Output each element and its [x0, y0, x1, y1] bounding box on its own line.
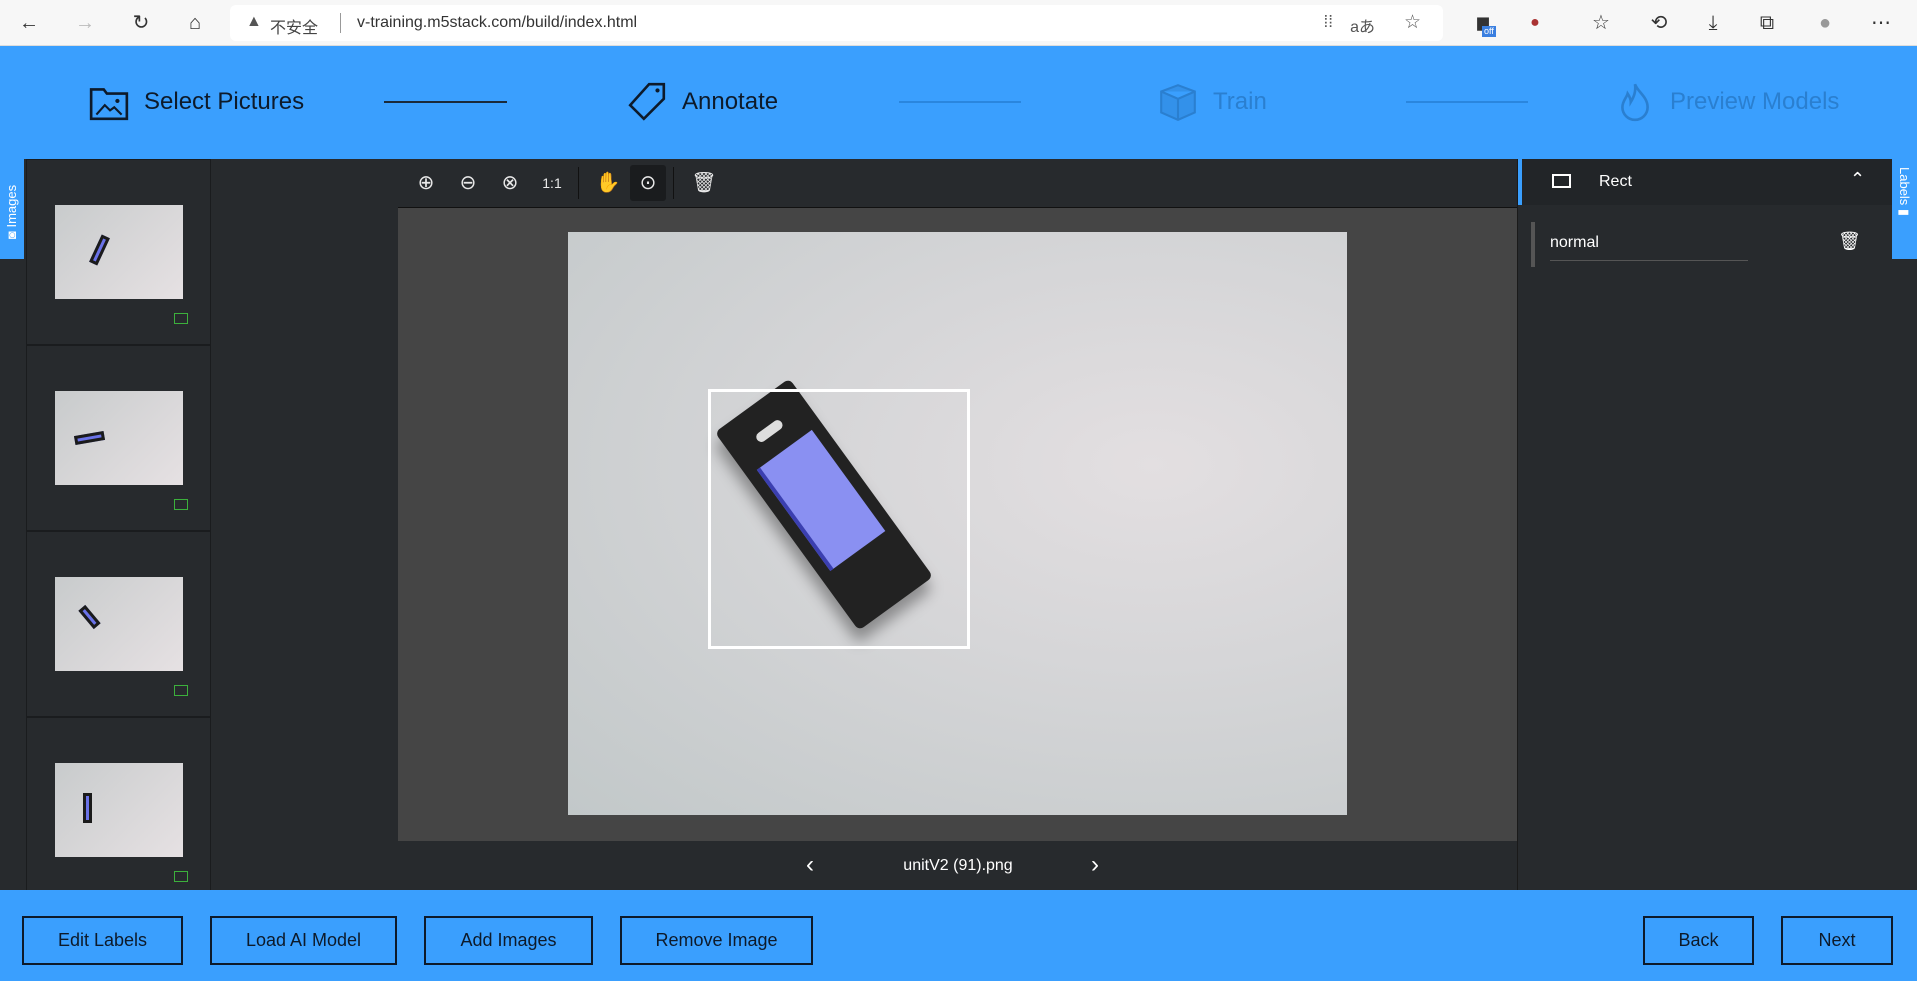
profile-avatar[interactable]: ● [1810, 8, 1840, 38]
load-ai-model-button[interactable]: Load AI Model [210, 916, 397, 965]
image-navigator: ‹ unitV2 (91).png › [398, 841, 1517, 890]
url-text: v-training.m5stack.com/build/index.html [357, 14, 638, 31]
step-preview-models[interactable]: Preview Models [1614, 82, 1839, 122]
step-select-pictures[interactable]: Select Pictures [88, 82, 304, 122]
extension-icon[interactable]: ▆ off [1468, 8, 1498, 38]
thumbnail-item[interactable] [26, 531, 211, 717]
apps-icon[interactable]: ⁞⁞ [1324, 12, 1333, 32]
flame-icon [1621, 83, 1649, 122]
zoom-out-icon[interactable]: ⊖ [450, 165, 486, 201]
browser-toolbar: ← → ↻ ⌂ ▲ 不安全 v-training.m5stack.com/bui… [0, 0, 1917, 46]
annotated-icon [174, 499, 188, 510]
warning-icon: ▲ [246, 13, 262, 30]
favorites-icon[interactable]: ☆ [1586, 8, 1616, 38]
thumbnail-image [55, 763, 183, 857]
labels-panel: Rect ⌃ normal 🗑 [1517, 159, 1893, 890]
annotation-toolbar: ⊕ ⊖ ⊗ 1:1 ✋ ⊙ 🗑 [398, 159, 1517, 208]
security-label: 不安全 [270, 20, 319, 37]
zoom-actual-icon[interactable]: 1:1 [534, 165, 570, 201]
delete-label-icon[interactable]: 🗑 [1838, 231, 1861, 252]
download-icon[interactable]: ⤓ [1698, 8, 1728, 38]
thumbnail-image [55, 577, 183, 671]
reload-icon[interactable]: ↻ [126, 8, 156, 38]
next-image-chevron-icon[interactable]: › [1091, 851, 1099, 879]
back-arrow-icon[interactable]: ← [14, 8, 44, 38]
collections-icon[interactable]: ⧉ [1752, 8, 1782, 38]
camera-icon: ◙ Images [4, 184, 19, 239]
bounding-box[interactable] [708, 389, 970, 649]
prev-image-chevron-icon[interactable]: ‹ [806, 851, 814, 879]
remove-image-button[interactable]: Remove Image [620, 916, 813, 965]
next-button[interactable]: Next [1781, 916, 1893, 965]
thumbnail-item[interactable] [26, 345, 211, 531]
zoom-in-icon[interactable]: ⊕ [408, 165, 444, 201]
step-train[interactable]: Train [1157, 82, 1267, 122]
annotated-icon [174, 313, 188, 324]
home-icon[interactable]: ⌂ [180, 8, 210, 38]
history-icon[interactable]: ⟲ [1644, 8, 1674, 38]
rect-icon [1552, 174, 1571, 188]
label-name-input[interactable]: normal [1550, 234, 1748, 261]
thumbnail-image [55, 391, 183, 485]
tag-icon [628, 82, 666, 121]
translate-icon[interactable]: aあ [1350, 13, 1375, 37]
favorite-add-icon[interactable]: ☆ [1404, 11, 1421, 34]
step-annotate[interactable]: Annotate [626, 82, 778, 122]
select-target-icon[interactable]: ⊙ [630, 165, 666, 201]
thumbnail-item[interactable] [26, 159, 211, 345]
annotated-icon [174, 685, 188, 696]
thumbnail-image [55, 205, 183, 299]
delete-icon[interactable]: 🗑 [686, 165, 722, 201]
labels-side-tab[interactable]: Labels ▮ [1892, 159, 1917, 259]
back-button[interactable]: Back [1643, 916, 1754, 965]
folder-image-icon [89, 88, 129, 121]
chevron-up-icon[interactable]: ⌃ [1850, 169, 1865, 190]
forward-arrow-icon[interactable]: → [70, 8, 100, 38]
pan-hand-icon[interactable]: ✋ [590, 165, 626, 201]
extension-color-icon[interactable]: ● [1520, 8, 1550, 38]
address-bar[interactable]: ▲ 不安全 v-training.m5stack.com/build/index… [230, 5, 1443, 41]
zoom-fit-icon[interactable]: ⊗ [492, 165, 528, 201]
edit-labels-button[interactable]: Edit Labels [22, 916, 183, 965]
annotated-icon [174, 871, 188, 882]
add-images-button[interactable]: Add Images [424, 916, 593, 965]
image-filename: unitV2 (91).png [903, 857, 1013, 874]
footer-bar: Edit Labels Load AI Model Add Images Rem… [0, 890, 1917, 981]
images-side-tab[interactable]: ◙ Images [0, 159, 24, 259]
step-header: Select Pictures Annotate Train Preview M… [0, 46, 1917, 159]
label-type: Rect [1599, 173, 1632, 190]
image-list[interactable] [26, 159, 211, 890]
thumbnail-item[interactable] [26, 717, 211, 890]
label-type-header[interactable]: Rect ⌃ [1518, 159, 1893, 205]
more-icon[interactable]: ⋯ [1866, 8, 1896, 38]
box-icon [1160, 84, 1196, 121]
